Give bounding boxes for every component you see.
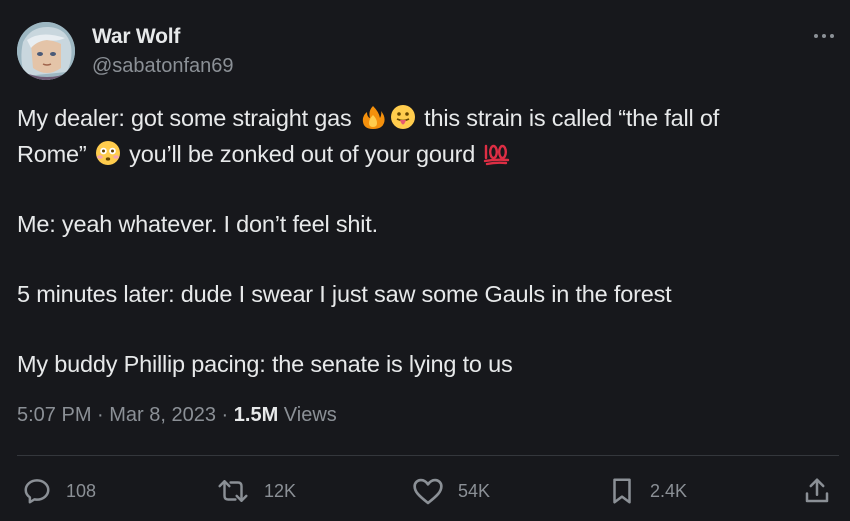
views-count[interactable]: 1.5M [234,404,278,426]
tweet-paragraph: My buddy Phillip pacing: the senate is l… [17,351,513,377]
retweet-icon [218,480,248,502]
tweet-text-segment: this strain is called “the fall of [417,105,720,131]
tweet-text-segment: you’ll be zonked out of your gourd [122,141,482,167]
views-label: Views [278,404,337,426]
divider [17,455,839,456]
more-options-button[interactable] [808,22,840,50]
retweet-button[interactable]: 12K [216,470,296,512]
like-button[interactable]: 54K [412,470,490,512]
tweet-text-segment: Rome” [17,141,93,167]
meta-separator: · [216,404,234,426]
fire-emoji-icon [362,106,385,129]
tongue-out-emoji-icon [390,105,415,129]
meta-separator: · [91,404,110,426]
tweet-card: War Wolf @sabatonfan69 My dealer: got so… [0,0,850,521]
tweet-date[interactable]: Mar 8, 2023 [109,404,216,426]
heart-icon [413,478,443,505]
action-bar: 108 12K 54K 2.4K [0,470,850,512]
bookmark-icon [613,478,631,504]
tweet-meta: 5:07 PM · Mar 8, 2023 · 1.5M Views [17,404,337,427]
tweet-time[interactable]: 5:07 PM [17,404,91,426]
share-icon [805,478,829,503]
tweet-text: My dealer: got some straight gas this st… [17,100,835,382]
hundred-points-emoji-icon [484,144,510,166]
tweet-paragraph: Me: yeah whatever. I don’t feel shit. [17,211,378,237]
avatar[interactable] [17,22,75,80]
author-display-name[interactable]: War Wolf [92,25,180,49]
share-button[interactable] [802,470,832,512]
retweet-count: 12K [264,480,297,501]
tweet-paragraph: 5 minutes later: dude I swear I just saw… [17,281,672,307]
reply-icon [24,479,50,504]
like-count: 54K [458,480,491,501]
author-handle[interactable]: @sabatonfan69 [92,55,234,78]
tweet-paragraph: My dealer: got some straight gas this st… [17,100,835,172]
reply-count: 108 [66,480,97,501]
tweet-text-segment: My dealer: got some straight gas [17,105,358,131]
reply-button[interactable]: 108 [22,470,96,512]
flushed-emoji-icon [95,141,120,165]
bookmark-button[interactable]: 2.4K [608,470,687,512]
bookmark-count: 2.4K [650,480,688,501]
more-dots-icon [814,34,834,38]
